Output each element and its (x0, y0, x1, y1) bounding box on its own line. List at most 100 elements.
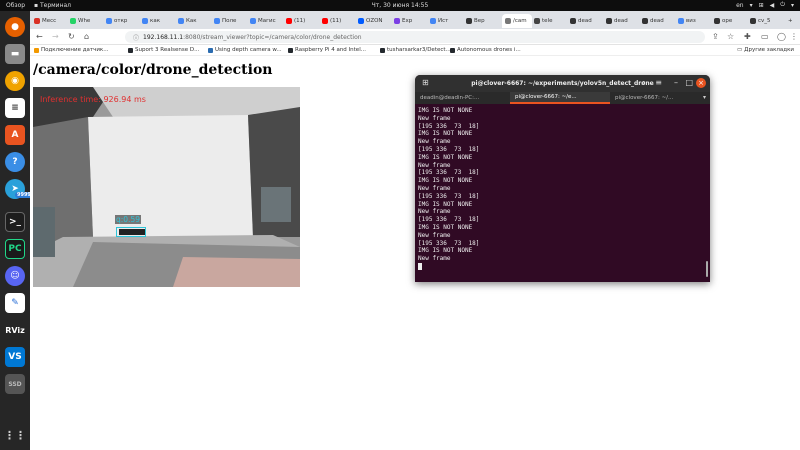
bookmark-favicon-icon (128, 47, 133, 53)
browser-tab-label: как (150, 18, 161, 24)
bookmark-favicon-icon (34, 47, 39, 53)
bookmark-item[interactable]: tusharsarkar3/Detect... (380, 47, 451, 53)
reload-icon[interactable]: ↻ (68, 32, 75, 41)
terminal-line: [195 336 73 18] (418, 122, 480, 130)
bookmark-label: Autonomous drones i... (457, 47, 521, 53)
bookmark-label: Suport 3 Realsense D... (135, 47, 200, 53)
browser-tab[interactable]: dead (642, 14, 676, 28)
terminal-scrollbar[interactable] (706, 261, 708, 277)
firefox-icon[interactable]: ● (5, 17, 25, 37)
help-icon[interactable]: ? (5, 152, 25, 172)
browser-tab-label: dead (650, 18, 664, 24)
url-path: :8080/stream_viewer?topic=/camera/color/… (183, 33, 362, 41)
terminal-line: New frame (418, 114, 451, 122)
browser-tab[interactable]: Вер (466, 14, 500, 28)
show-apps-icon[interactable]: ⋮⋮ (4, 425, 26, 445)
close-icon[interactable]: × (696, 78, 706, 88)
browser-tab[interactable]: откр (106, 14, 140, 28)
clock[interactable]: Чт, 30 июня 14:55 (0, 2, 800, 9)
browser-tab[interactable]: (11) (286, 14, 320, 28)
terminal-headerbar[interactable]: ⊞ pi@clover-6667: ~/experiments/yolov5n_… (415, 75, 710, 92)
system-tray[interactable]: en ▾ ⊞ ◀ ⏻ ▾ (736, 1, 794, 9)
terminal-icon[interactable]: >_ (5, 212, 25, 232)
browser-tab[interactable]: ope (714, 14, 748, 28)
address-bar[interactable]: ⓘ 192.168.11.1:8080/stream_viewer?topic=… (125, 31, 705, 43)
bookmark-item[interactable]: Suport 3 Realsense D... (128, 47, 199, 53)
tab-favicon-icon (606, 18, 612, 24)
discord-icon[interactable]: ☺ (5, 266, 25, 286)
terminal-tab-active[interactable]: pi@clover-6667: ~/e... (510, 92, 610, 104)
extensions-icon[interactable]: ✚ (744, 32, 751, 41)
browser-tab[interactable]: dead (570, 14, 604, 28)
terminal-window[interactable]: ⊞ pi@clover-6667: ~/experiments/yolov5n_… (415, 75, 710, 282)
tabs-dropdown-icon[interactable]: ▾ (703, 94, 706, 101)
browser-window: Месс Whe откр как Как Поле Магис (11) (11) OZON Ex… (30, 11, 800, 450)
tab-favicon-icon (394, 18, 400, 24)
bookmark-star-icon[interactable]: ☆ (727, 32, 734, 41)
back-icon[interactable]: ← (36, 32, 43, 41)
profile-icon[interactable]: ◯ (777, 32, 786, 41)
tab-favicon-icon (358, 18, 364, 24)
terminal-tab[interactable]: deadin@deadin-PC:... (415, 92, 510, 104)
terminal-output[interactable]: IMG IS NOT NONE New frame [195 336 73 18] I… (418, 107, 703, 279)
software-center-icon[interactable]: A (5, 125, 25, 145)
rhythmbox-icon[interactable]: ◉ (5, 71, 25, 91)
folder-icon: ▭ (736, 47, 743, 53)
hamburger-menu-icon[interactable]: ≡ (655, 78, 662, 87)
terminal-line: New frame (418, 231, 451, 239)
share-icon[interactable]: ⇪ (712, 32, 719, 41)
browser-tab-active[interactable]: /cam (502, 14, 532, 28)
menu-icon[interactable]: ⋮ (790, 32, 798, 41)
files-icon[interactable]: ▬ (5, 44, 25, 64)
browser-tab[interactable]: Как (178, 14, 212, 28)
browser-tab[interactable]: Месс (34, 14, 68, 28)
bookmark-item[interactable]: Подключение датчик... (34, 47, 108, 53)
browser-tab[interactable]: Магис (250, 14, 284, 28)
browser-tab[interactable]: Whe (70, 14, 104, 28)
tab-favicon-icon (250, 18, 256, 24)
minimize-icon[interactable]: – (674, 78, 678, 87)
bookmark-item[interactable]: Autonomous drones i... (450, 47, 521, 53)
bookmark-item[interactable]: Raspberry Pi 4 and Intel... (288, 47, 366, 53)
power-icon: ⏻ (780, 1, 785, 8)
vscode-icon[interactable]: VS (5, 347, 25, 367)
browser-tab[interactable]: dead (606, 14, 640, 28)
bookmark-favicon-icon (288, 47, 293, 53)
browser-tab[interactable]: OZON (358, 14, 392, 28)
sidebar-icon[interactable]: ▭ (761, 32, 769, 41)
browser-tab-label: Магис (258, 18, 276, 24)
keyboard-layout[interactable]: en (736, 2, 744, 9)
bookmark-label: Using depth camera w... (215, 47, 282, 53)
browser-tab[interactable]: Ист (430, 14, 464, 28)
terminal-line: IMG IS NOT NONE (418, 223, 473, 231)
disk-icon[interactable]: SSD (5, 374, 25, 394)
search-icon[interactable]: ⌕ (642, 78, 646, 88)
other-bookmarks[interactable]: ▭ Другие закладки (737, 47, 794, 53)
browser-tab[interactable]: cv_5 (750, 14, 784, 28)
terminal-tab[interactable]: pi@clover-6667: ~/... (610, 92, 698, 104)
text-editor-icon[interactable]: ✎ (5, 293, 25, 313)
home-icon[interactable]: ⌂ (84, 32, 89, 41)
bookmark-item[interactable]: Using depth camera w... (208, 47, 282, 53)
maximize-icon[interactable]: □ (685, 78, 693, 87)
browser-tab-label: cv_5 (758, 18, 771, 24)
browser-tab[interactable]: Поле (214, 14, 248, 28)
pycharm-icon[interactable]: PC (5, 239, 25, 259)
browser-tab-label: виз (686, 18, 696, 24)
other-bookmarks-label: Другие закладки (744, 47, 794, 53)
rviz-icon[interactable]: RViz (5, 320, 25, 340)
browser-tab-label: (11) (294, 18, 306, 24)
browser-tab[interactable]: Exp (394, 14, 428, 28)
writer-icon[interactable]: ≡ (5, 98, 25, 118)
browser-tab[interactable]: как (142, 14, 176, 28)
terminal-line: New frame (418, 161, 451, 169)
top-bar: Обзор ▪ Терминал Чт, 30 июня 14:55 en ▾ … (0, 0, 800, 11)
telegram-icon[interactable]: ➤ 9999 (5, 179, 33, 199)
terminal-line: IMG IS NOT NONE (418, 107, 473, 114)
forward-icon[interactable]: → (52, 32, 59, 41)
new-tab-icon[interactable]: + (788, 14, 793, 28)
browser-tab[interactable]: tele (534, 14, 568, 28)
browser-tab[interactable]: (11) (322, 14, 356, 28)
vscode-label: VS (8, 352, 22, 362)
browser-tab[interactable]: виз (678, 14, 712, 28)
